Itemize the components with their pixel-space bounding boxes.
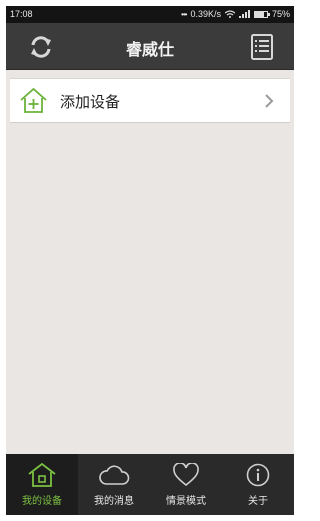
wifi-icon	[224, 10, 235, 18]
tab-label: 关于	[248, 496, 268, 507]
signal-icon	[238, 10, 250, 18]
status-time: 17:08	[10, 9, 33, 19]
tab-label: 情景模式	[166, 496, 206, 507]
chevron-right-icon	[265, 94, 274, 108]
home-icon	[28, 463, 56, 487]
heart-icon	[173, 463, 199, 487]
tab-scene-mode[interactable]: 情景模式	[150, 454, 222, 515]
app-screen: 17:08 ••• 0.39K/s 75% 睿威仕 添加设备 我的设备 我的消息…	[6, 6, 294, 515]
status-bar: 17:08 ••• 0.39K/s 75%	[6, 6, 294, 23]
add-device-label: 添加设备	[60, 93, 121, 111]
header-bar: 睿威仕	[6, 23, 294, 70]
home-plus-icon	[20, 88, 47, 113]
network-speed: 0.39K/s	[190, 9, 221, 19]
battery-icon	[253, 10, 270, 18]
tab-my-messages[interactable]: 我的消息	[78, 454, 150, 515]
status-indicators: ••• 0.39K/s 75%	[181, 9, 290, 19]
tab-my-devices[interactable]: 我的设备	[6, 454, 78, 515]
list-menu-icon[interactable]	[250, 33, 274, 61]
battery-percent: 75%	[271, 9, 290, 19]
add-device-row[interactable]: 添加设备	[10, 78, 290, 123]
tab-label: 我的设备	[22, 496, 62, 507]
info-icon	[246, 463, 270, 487]
tab-label: 我的消息	[94, 496, 134, 507]
cloud-icon	[99, 465, 130, 485]
bottom-tab-bar: 我的设备 我的消息 情景模式 关于	[6, 454, 294, 515]
tab-about[interactable]: 关于	[222, 454, 294, 515]
notification-dots: •••	[181, 9, 187, 19]
